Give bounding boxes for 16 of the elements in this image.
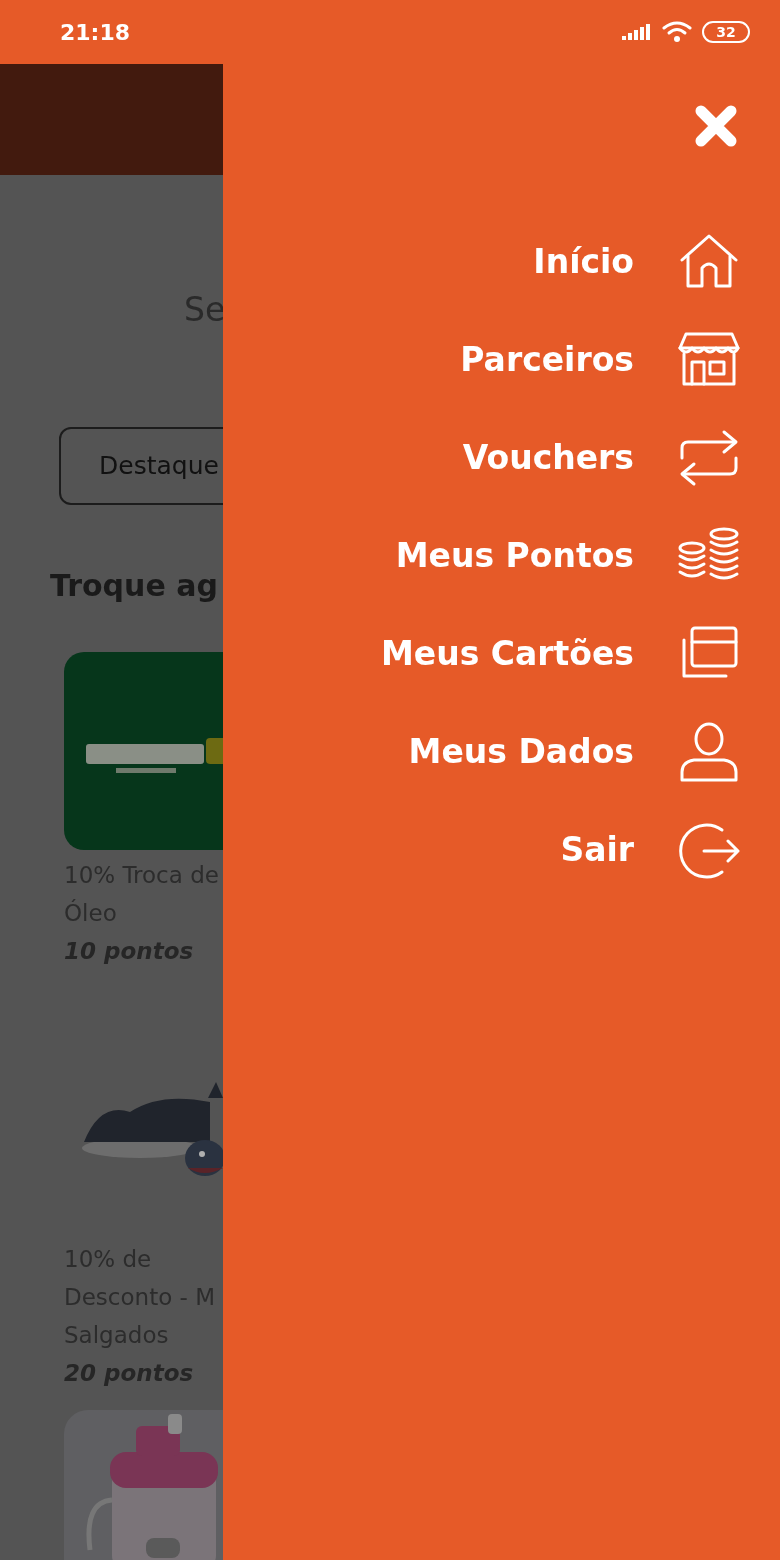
menu-item[interactable]: Vouchers [462,433,634,483]
user-icon [678,722,740,782]
signal-icon [622,22,652,42]
swap-arrows-icon [678,428,740,488]
menu-item[interactable]: Meus Pontos [395,531,634,581]
battery-icon: 32 [702,21,750,43]
menu-item[interactable]: Meus Dados [408,727,634,777]
section-title: Troque ag [50,568,218,603]
menu-item[interactable]: Sair [560,825,634,875]
menu-item[interactable]: Meus Cartões [380,629,634,679]
menu-item[interactable]: Início [533,237,634,287]
logout-icon [678,820,740,880]
clock-time: 21:18 [60,18,131,47]
menu-item[interactable]: Parceiros [460,335,634,385]
wifi-icon [662,21,692,43]
close-button[interactable] [694,104,738,148]
